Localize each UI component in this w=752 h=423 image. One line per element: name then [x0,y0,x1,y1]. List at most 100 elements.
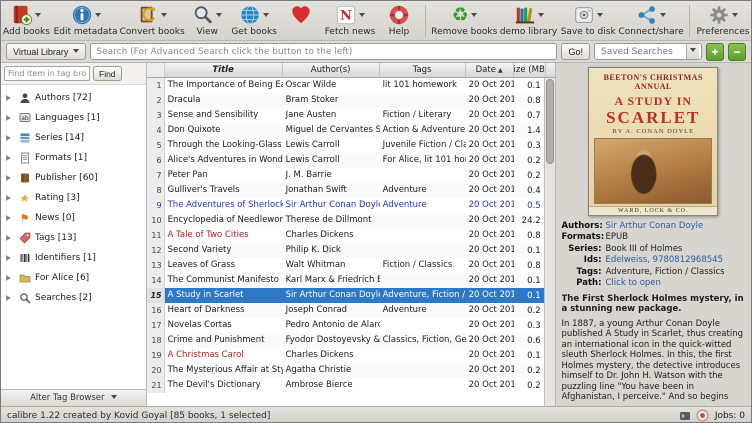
book-row[interactable]: 8 Gulliver's Travels Jonathan Swift Adve… [147,183,544,198]
donate-button[interactable] [284,2,318,40]
tag-browser-item-identifiers[interactable]: Identifiers [1] [1,248,146,268]
series-value[interactable]: Book III of Holmes [606,244,746,256]
book-row[interactable]: 16 Heart of Darkness Joseph Conrad Adven… [147,303,544,318]
book-row[interactable]: 1 The Importance of Being Ear... Oscar W… [147,78,544,93]
get-books-button[interactable]: Get books [233,2,275,40]
dropdown-arrow-icon[interactable] [95,13,101,20]
saved-searches-select[interactable]: Saved Searches [594,43,702,60]
dropdown-arrow-icon[interactable] [35,13,41,20]
scrollbar-thumb[interactable] [546,79,554,164]
dropdown-arrow-icon[interactable] [359,13,365,20]
book-list-scrollbar[interactable] [544,78,555,406]
languages-icon: ab [19,112,31,124]
book-row[interactable]: 17 Novelas Cortas Pedro Antonio de Alarc… [147,318,544,333]
find-button[interactable]: Find [93,66,122,81]
alter-tag-browser-button[interactable]: Alter Tag Browser [1,389,146,406]
expand-arrow-icon[interactable] [6,95,14,101]
book-row[interactable]: 21 The Devil's Dictionary Ambrose Bierce… [147,378,544,393]
library-button[interactable]: demo library [503,2,555,40]
authors-link[interactable]: Sir Arthur Conan Doyle [606,221,746,233]
tag-browser-item-rating[interactable]: ★Rating [3] [1,188,146,208]
dropdown-arrow-icon[interactable] [597,13,603,20]
book-row[interactable]: 14 The Communist Manifesto Karl Marx & F… [147,273,544,288]
dropdown-arrow-icon[interactable] [216,13,222,20]
save-search-button[interactable]: + [706,43,724,61]
column-header-size[interactable]: Size (MB) [514,63,546,77]
dropdown-arrow-icon[interactable] [263,13,269,20]
jobs-spinner-icon[interactable] [696,409,709,422]
delete-search-button[interactable]: − [728,43,746,61]
tag-browser-item-formats[interactable]: Formats [1] [1,148,146,168]
fetch-news-button[interactable]: N Fetch news [327,2,373,40]
cell-authors: Joseph Conrad [283,303,380,318]
book-row[interactable]: 2 Dracula Bram Stoker 20 Oct 2010 0.8 [147,93,544,108]
expand-arrow-icon[interactable] [6,155,14,161]
combo-arrow-icon[interactable] [686,44,699,59]
dropdown-arrow-icon[interactable] [660,13,666,20]
dropdown-arrow-icon[interactable] [732,13,738,20]
column-header-date[interactable]: Date▲ [466,63,514,77]
expand-arrow-icon[interactable] [6,135,14,141]
tag-browser-item-label: Series [14] [35,133,84,143]
go-button[interactable]: Go! [561,43,590,60]
column-header-tags[interactable]: Tags [380,63,466,77]
book-row[interactable]: 6 Alice's Adventures in Wonder... Lewis … [147,153,544,168]
expand-arrow-icon[interactable] [6,255,14,261]
book-row[interactable]: 3 Sense and Sensibility Jane Austen Fict… [147,108,544,123]
path-link[interactable]: Click to open [606,278,746,290]
dropdown-arrow-icon[interactable] [471,13,477,20]
book-row[interactable]: 19 A Christmas Carol Charles Dickens 20 … [147,348,544,363]
search-input[interactable] [90,43,557,60]
tag-browser-item-tags[interactable]: Tags [13] [1,228,146,248]
dropdown-arrow-icon[interactable] [538,13,544,20]
console-icon[interactable] [679,410,691,422]
dropdown-arrow-icon[interactable] [161,13,167,20]
help-button[interactable]: Help [382,2,416,40]
expand-arrow-icon[interactable] [6,215,14,221]
virtual-library-button[interactable]: Virtual Library [6,43,86,60]
identifiers-icon [19,252,31,264]
tag-browser-find-input[interactable] [4,66,90,81]
cell-date: 20 Oct 2010 [466,153,514,168]
book-row[interactable]: 11 A Tale of Two Cities Charles Dickens … [147,228,544,243]
expand-arrow-icon[interactable] [6,195,14,201]
expand-arrow-icon[interactable] [6,235,14,241]
expand-arrow-icon[interactable] [6,275,14,281]
tag-browser-item-searches[interactable]: Searches [2] [1,288,146,308]
book-row[interactable]: 5 Through the Looking-Glass Lewis Carrol… [147,138,544,153]
tags-value[interactable]: Adventure, Fiction / Classics [606,267,746,279]
book-row[interactable]: 18 Crime and Punishment Fyodor Dostoyevs… [147,333,544,348]
tag-browser-item-news[interactable]: ⚑News [0] [1,208,146,228]
column-header-authors[interactable]: Author(s) [283,63,380,77]
save-to-disk-button[interactable]: Save to disk [563,2,613,40]
column-header-title[interactable]: Title [165,63,283,77]
expand-arrow-icon[interactable] [6,115,14,121]
tag-browser-item-authors[interactable]: Authors [72] [1,88,146,108]
book-row[interactable]: 7 Peter Pan J. M. Barrie 20 Oct 2010 0.2 [147,168,544,183]
connect-share-button[interactable]: Connect/share [622,2,680,40]
expand-arrow-icon[interactable] [6,175,14,181]
tag-browser-item-publisher[interactable]: Publisher [60] [1,168,146,188]
book-row[interactable]: 13 Leaves of Grass Walt Whitman Fiction … [147,258,544,273]
jobs-button[interactable]: Jobs: 0 [715,411,745,421]
book-row[interactable]: 4 Don Quixote Miguel de Cervantes Saa...… [147,123,544,138]
remove-books-button[interactable]: ♻ Remove books [435,2,494,40]
cell-authors: Pedro Antonio de Alarcón [283,318,380,333]
book-row[interactable]: 9 The Adventures of Sherlock ... Sir Art… [147,198,544,213]
expand-arrow-icon[interactable] [6,295,14,301]
book-row[interactable]: 10 Encyclopedia of Needlework Therese de… [147,213,544,228]
tag-browser-item-series[interactable]: Series [14] [1,128,146,148]
formats-value[interactable]: EPUB [606,232,746,244]
view-button[interactable]: View [190,2,224,40]
add-books-button[interactable]: Add books [5,2,48,40]
book-row[interactable]: 15 A Study in Scarlet Sir Arthur Conan D… [147,288,544,303]
convert-books-button[interactable]: Convert books [123,2,181,40]
ids-link[interactable]: Edelweiss, 9780812968545 [606,255,746,267]
tag-browser-item-for-alice[interactable]: For Alice [6] [1,268,146,288]
tag-browser-item-languages[interactable]: abLanguages [1] [1,108,146,128]
edit-metadata-button[interactable]: Edit metadata [57,2,114,40]
book-row[interactable]: 12 Second Variety Philip K. Dick 20 Oct … [147,243,544,258]
book-cover[interactable]: BEETON'S CHRISTMAS ANNUAL A STUDY IN SCA… [588,67,718,216]
book-row[interactable]: 20 The Mysterious Affair at Styles Agath… [147,363,544,378]
preferences-button[interactable]: Preferences [699,2,747,40]
